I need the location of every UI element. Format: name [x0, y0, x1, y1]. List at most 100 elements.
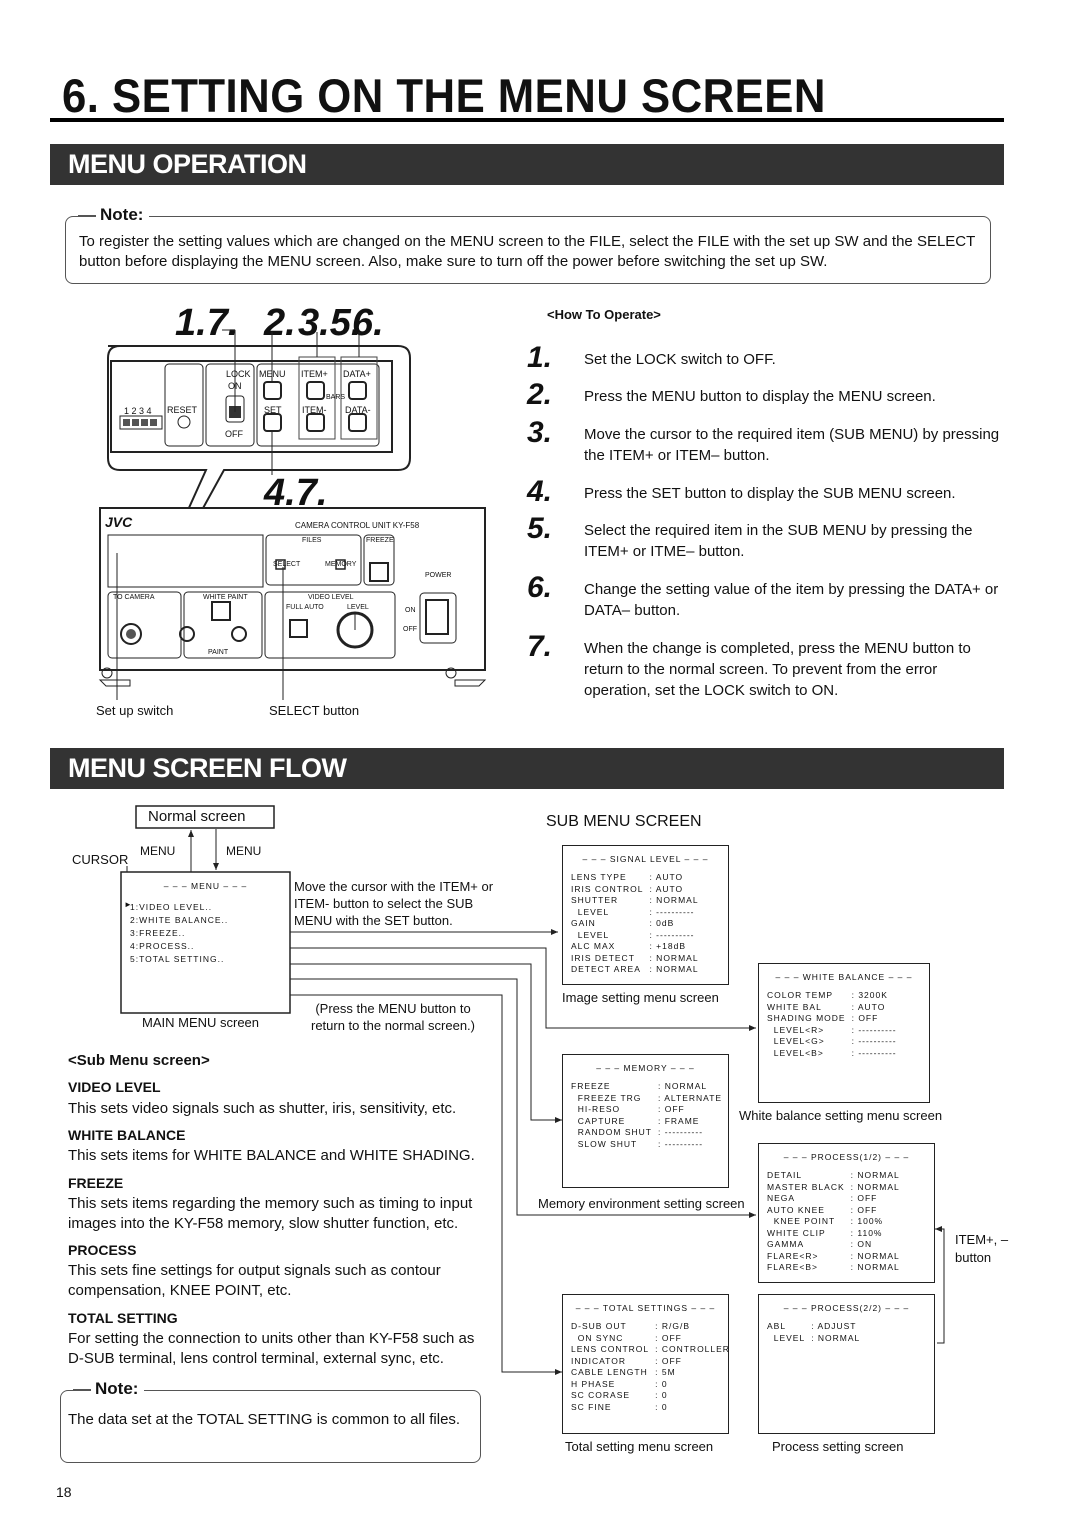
normal-screen-box: Normal screen: [148, 808, 246, 825]
main-menu-item: 2:WHITE BALANCE..: [130, 915, 229, 925]
menu-item-value: : OFF: [850, 1204, 878, 1215]
page-number: 18: [56, 1484, 72, 1500]
menu-item-label: NEGA: [767, 1193, 796, 1203]
menu-row: NEGA: OFF: [767, 1193, 900, 1205]
menu-item-value: : NORMAL: [850, 1170, 900, 1180]
menu-item-label: IRIS DETECT: [571, 952, 635, 963]
main-menu-item: 5:TOTAL SETTING..: [130, 954, 225, 964]
screen-title: – – – PROCESS(2/2) – – –: [783, 1303, 910, 1313]
process-2-table: ABL: ADJUST LEVEL: NORMAL: [767, 1321, 860, 1344]
menu-item-value: : ON: [850, 1239, 873, 1249]
menu-row: SHUTTER: NORMAL: [571, 895, 699, 907]
menu-item-value: : 0: [655, 1378, 668, 1389]
menu-item-value: : 3200K: [851, 990, 888, 1000]
process-caption: Process setting screen: [772, 1439, 904, 1454]
menu-item-value: : 110%: [850, 1227, 883, 1238]
menu-row: AUTO KNEE: OFF: [767, 1205, 900, 1217]
menu-item-label: FLARE<B>: [767, 1262, 818, 1272]
menu-row: WHITE CLIP: 110%: [767, 1228, 900, 1240]
menu-row: HI-RESO: OFF: [571, 1104, 722, 1116]
menu-item-value: : +18dB: [649, 941, 686, 951]
menu-item-label: GAIN: [571, 918, 596, 928]
menu-item-value: : ----------: [649, 906, 695, 917]
item-button-note: ITEM+, – button: [955, 1232, 1009, 1265]
menu-row: LENS TYPE: AUTO: [571, 872, 699, 884]
menu-row: MASTER BLACK: NORMAL: [767, 1182, 900, 1194]
menu-item-label: LEVEL: [767, 1332, 806, 1343]
menu-item-label: DETAIL: [767, 1170, 803, 1180]
signal-level-table: LENS TYPE: AUTO IRIS CONTROL: AUTO SHUTTER…: [571, 872, 699, 976]
menu-item-value: : ----------: [851, 1047, 897, 1058]
menu-item-label: ALC MAX: [571, 941, 616, 951]
menu-item-value: : ALTERNATE: [658, 1092, 723, 1103]
menu-item-value: : NORMAL: [850, 1250, 900, 1261]
menu-item-value: : 0: [655, 1401, 668, 1412]
menu-row: INDICATOR: OFF: [571, 1356, 730, 1368]
menu-item-value: : R/G/B: [655, 1321, 690, 1331]
menu-item-label: FREEZE TRG: [571, 1092, 642, 1103]
menu-item-value: : NORMAL: [649, 952, 699, 963]
total-settings-caption: Total setting menu screen: [565, 1439, 714, 1454]
menu-row: KNEE POINT: 100%: [767, 1216, 900, 1228]
menu-item-value: : OFF: [658, 1104, 685, 1114]
menu-down-label: MENU: [226, 844, 262, 858]
menu-item-value: : NORMAL: [811, 1332, 861, 1343]
menu-item-value: : 0: [655, 1390, 668, 1400]
menu-row: CABLE LENGTH : 5M: [571, 1367, 730, 1379]
menu-item-label: CABLE LENGTH: [571, 1367, 648, 1377]
memory-table: FREEZE: NORMAL FREEZE TRG : ALTERNATE HI-…: [571, 1081, 722, 1150]
menu-item-value: : NORMAL: [649, 964, 699, 974]
menu-item-label: DETECT AREA: [571, 964, 641, 974]
menu-item-label: LENS CONTROL: [571, 1344, 650, 1354]
sub-menu-text: This sets items regarding the memory suc…: [68, 1195, 473, 1232]
menu-row: CAPTURE: FRAME: [571, 1116, 722, 1128]
process-1-table: DETAIL: NORMAL MASTER BLACK: NORMAL NEGA: …: [767, 1170, 900, 1274]
menu-item-value: : NORMAL: [658, 1081, 708, 1091]
menu-row: COLOR TEMP: 3200K: [767, 990, 897, 1002]
sub-menu-text: For setting the connection to units othe…: [68, 1330, 475, 1367]
move-cursor-note: Move the cursor with the ITEM+ or ITEM- …: [294, 879, 494, 928]
sub-menu-title: VIDEO LEVEL: [68, 1079, 161, 1095]
signal-level-screen: – – – SIGNAL LEVEL – – – LENS TYPE: AUTO…: [562, 845, 729, 985]
sub-menu-text: This sets fine settings for output signa…: [68, 1262, 441, 1299]
memory-caption: Memory environment setting screen: [538, 1196, 745, 1211]
menu-row: SC FINE: 0: [571, 1402, 730, 1414]
menu-item-label: LENS TYPE: [571, 872, 627, 882]
menu-row: FREEZE: NORMAL: [571, 1081, 722, 1093]
menu-row: LEVEL<R>: ----------: [767, 1025, 897, 1037]
main-menu-screen: – – – MENU – – – ► 1:VIDEO LEVEL.. 2:WHI…: [121, 872, 290, 1013]
process-1-screen: – – – PROCESS(1/2) – – – DETAIL: NORMAL M…: [758, 1143, 935, 1283]
menu-up-label: MENU: [140, 844, 176, 858]
menu-row: WHITE BAL: AUTO: [767, 1002, 897, 1014]
menu-item-label: WHITE BAL: [767, 1001, 822, 1012]
menu-item-label: KNEE POINT: [767, 1216, 836, 1226]
menu-item-value: : OFF: [851, 1013, 879, 1023]
menu-row: DETAIL : NORMAL: [767, 1170, 900, 1182]
menu-item-value: : ----------: [658, 1138, 704, 1149]
memory-screen: – – – MEMORY – – – FREEZE: NORMAL FREEZE…: [562, 1054, 729, 1188]
main-menu-title: – – – MENU – – –: [163, 881, 248, 891]
menu-item-value: : ----------: [851, 1036, 897, 1046]
cursor-label: CURSOR: [72, 852, 129, 867]
menu-item-label: INDICATOR: [571, 1355, 626, 1366]
menu-item-label: MASTER BLACK: [767, 1181, 845, 1192]
menu-item-label: GAMMA: [767, 1239, 805, 1249]
menu-row: LEVEL: ----------: [571, 907, 699, 919]
menu-item-label: LEVEL<B>: [767, 1047, 824, 1058]
sub-menu-title: FREEZE: [68, 1175, 124, 1191]
menu-row: GAMMA : ON: [767, 1239, 900, 1251]
menu-row: FREEZE TRG : ALTERNATE: [571, 1093, 722, 1105]
menu-item-label: D-SUB OUT: [571, 1321, 627, 1331]
menu-item-value: : 5M: [655, 1367, 676, 1377]
menu-item-label: IRIS CONTROL: [571, 883, 644, 894]
sub-menu-title: WHITE BALANCE: [68, 1127, 186, 1143]
menu-item-value: : ADJUST: [811, 1321, 857, 1331]
menu-item-value: : CONTROLLER: [655, 1344, 730, 1354]
sub-menu-text: This sets video signals such as shutter,…: [68, 1100, 457, 1117]
sub-menu-title: TOTAL SETTING: [68, 1310, 178, 1326]
menu-row: LEVEL<B> : ----------: [767, 1048, 897, 1060]
white-balance-table: COLOR TEMP: 3200K WHITE BAL: AUTO SHADING …: [767, 990, 897, 1059]
sub-menu-screen-heading: SUB MENU SCREEN: [546, 813, 702, 830]
screen-title: – – – WHITE BALANCE – – –: [775, 972, 913, 982]
menu-row: SLOW SHUT: ----------: [571, 1139, 722, 1151]
